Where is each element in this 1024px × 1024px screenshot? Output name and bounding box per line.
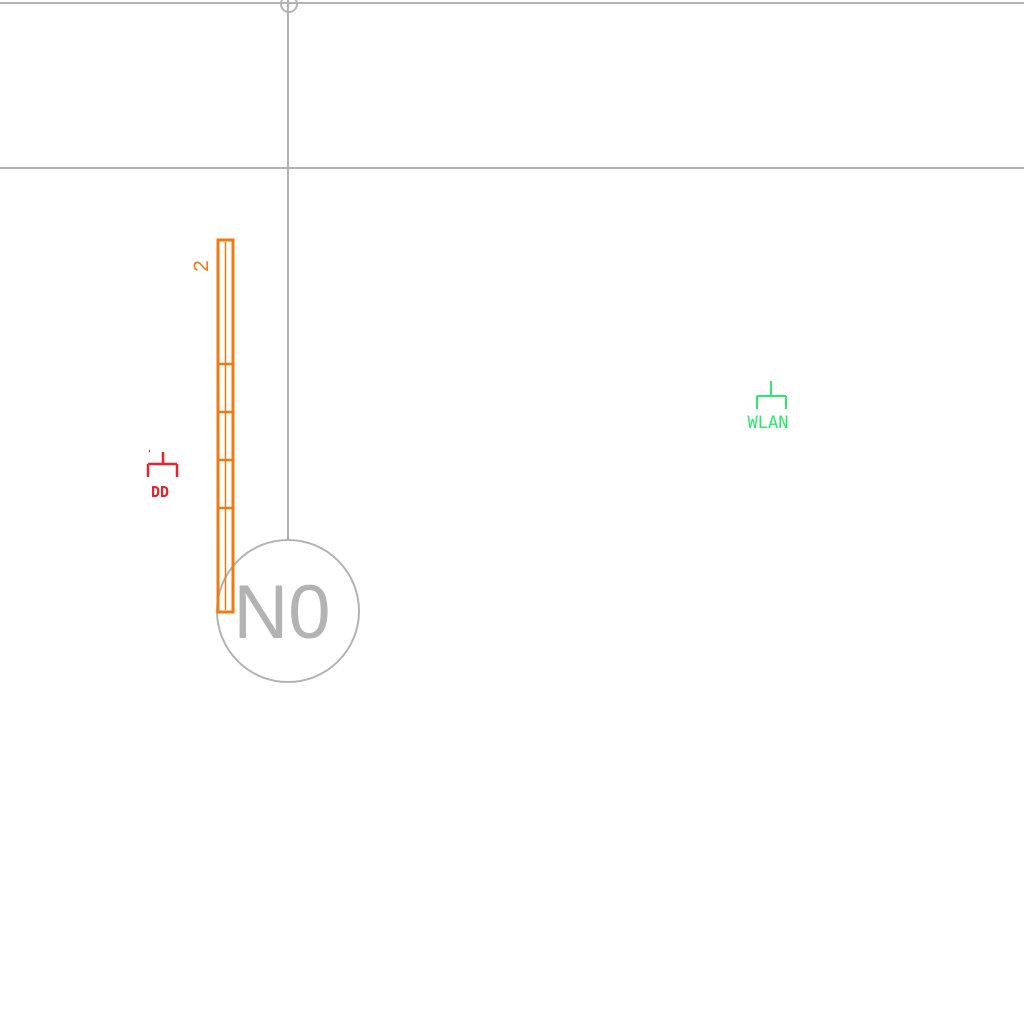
wlan-outlet-label: WLAN [748, 413, 789, 433]
data-outlet-label: DD [151, 483, 169, 501]
floor-plan-canvas: N0 2 DD WLAN [0, 0, 1024, 1024]
grid-axis-label: N0 [233, 570, 330, 655]
drawing-background [0, 0, 1024, 1024]
cable-tray-label: 2 [190, 260, 213, 272]
